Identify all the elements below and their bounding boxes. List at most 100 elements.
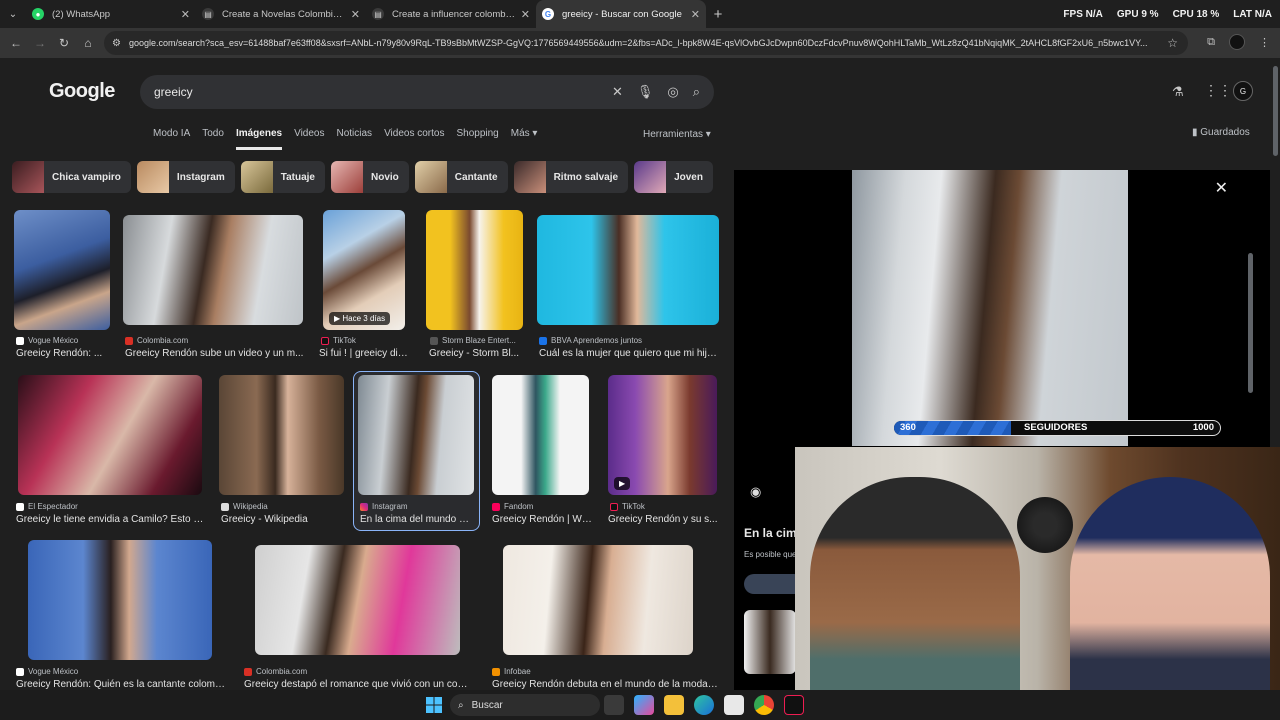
result-source[interactable]: Vogue México — [16, 336, 78, 345]
result-image[interactable] — [492, 375, 589, 495]
profile-avatar[interactable] — [1229, 34, 1245, 50]
result-source[interactable]: Instagram — [360, 502, 408, 511]
tab-mas[interactable]: Más ▾ — [511, 128, 538, 150]
microphone-icon[interactable]: 🎙 — [637, 84, 654, 100]
tab-imagenes[interactable]: Imágenes — [235, 128, 283, 150]
preview-image[interactable] — [852, 170, 1128, 446]
result-image[interactable] — [537, 215, 719, 325]
chip-instagram[interactable]: Instagram — [136, 161, 235, 193]
windows-start-icon[interactable] — [426, 697, 442, 713]
result-image[interactable] — [14, 210, 110, 330]
close-icon[interactable]: ✕ — [351, 8, 360, 21]
apps-grid-icon[interactable]: ⋮⋮ — [1204, 82, 1232, 99]
result-caption[interactable]: Greeicy Rendón y su s... — [608, 514, 718, 525]
result-source[interactable]: Vogue México — [16, 667, 78, 676]
search-input[interactable]: greeicy — [154, 85, 598, 99]
clear-icon[interactable]: ✕ — [612, 84, 623, 100]
result-image[interactable] — [18, 375, 202, 495]
tools-button[interactable]: Herramientas ▾ — [643, 129, 711, 140]
result-source[interactable]: Fandom — [492, 502, 533, 511]
close-icon[interactable]: ✕ — [1215, 178, 1228, 198]
saved-button[interactable]: ▮ Guardados — [1192, 127, 1250, 138]
menu-kebab-icon[interactable]: ⋮ — [1259, 36, 1270, 49]
chip-joven[interactable]: Joven — [634, 161, 713, 193]
result-caption[interactable]: Greeicy Rendón sube un video y un m... — [125, 348, 305, 359]
edge-icon[interactable] — [694, 695, 714, 715]
close-icon[interactable]: ✕ — [691, 8, 700, 21]
result-caption[interactable]: Greeicy destapó el romance que vivió con… — [244, 679, 470, 690]
result-source[interactable]: El Espectador — [16, 502, 78, 511]
result-caption[interactable]: Greeicy - Wikipedia — [221, 514, 346, 525]
result-source[interactable]: Colombia.com — [125, 336, 188, 345]
chip-ritmo-salvaje[interactable]: Ritmo salvaje — [513, 161, 629, 193]
tiktok-app-icon[interactable] — [784, 695, 804, 715]
result-caption[interactable]: Si fui ! | greeicy dis... — [319, 348, 409, 359]
search-icon[interactable]: ⌕ — [693, 84, 700, 100]
result-image[interactable]: ▶ Hace 3 días — [323, 210, 405, 330]
search-box[interactable]: greeicy ✕ 🎙 ◎ ⌕ — [140, 75, 714, 109]
scrollbar-thumb[interactable] — [1273, 66, 1278, 156]
tab-todo[interactable]: Todo — [202, 128, 224, 150]
chip-tatuaje[interactable]: Tatuaje — [240, 161, 325, 193]
address-bar[interactable]: ⚙ google.com/search?sca_esv=61488baf7e63… — [104, 31, 1188, 55]
lens-icon[interactable]: ◉ — [750, 484, 761, 500]
chip-novio[interactable]: Novio — [331, 161, 409, 193]
back-icon[interactable]: ← — [4, 36, 28, 50]
result-image[interactable] — [123, 215, 303, 325]
extensions-icon[interactable]: ⧉ — [1207, 36, 1215, 49]
close-icon[interactable]: ✕ — [521, 8, 530, 21]
result-source[interactable]: Infobae — [492, 667, 531, 676]
task-view-icon[interactable] — [604, 695, 624, 715]
site-info-icon[interactable]: ⚙ — [112, 38, 121, 49]
result-caption[interactable]: Greeicy - Storm Bl... — [429, 348, 521, 359]
bookmark-star-icon[interactable]: ☆ — [1167, 36, 1178, 50]
result-source[interactable]: BBVA Aprendemos juntos — [539, 336, 642, 345]
result-caption[interactable]: Greeicy Rendón debuta en el mundo de la … — [492, 679, 718, 690]
tab-novelas[interactable]: ▤ Create a Novelas Colombianas ✕ — [196, 0, 366, 28]
chip-chica-vampiro[interactable]: Chica vampiro — [12, 161, 131, 193]
labs-flask-icon[interactable]: ⚗ — [1172, 84, 1184, 100]
file-explorer-icon[interactable] — [664, 695, 684, 715]
result-image[interactable] — [503, 545, 693, 655]
result-caption[interactable]: En la cima del mundo c... — [360, 514, 472, 525]
tab-noticias[interactable]: Noticias — [336, 128, 372, 150]
taskbar-search[interactable]: ⌕ Buscar — [450, 694, 600, 716]
result-caption[interactable]: Greeicy le tiene envidia a Camilo? Esto … — [16, 514, 206, 525]
forward-icon[interactable]: → — [28, 36, 52, 50]
close-icon[interactable]: ✕ — [181, 8, 190, 21]
copilot-icon[interactable] — [634, 695, 654, 715]
tab-whatsapp[interactable]: ● (2) WhatsApp ✕ — [26, 0, 196, 28]
tab-google-search[interactable]: G greeicy - Buscar con Google ✕ — [536, 0, 706, 28]
chrome-icon[interactable] — [754, 695, 774, 715]
result-source[interactable]: TikTok — [321, 336, 356, 345]
tab-modo-ia[interactable]: Modo IA — [153, 128, 190, 150]
tab-shopping[interactable]: Shopping — [456, 128, 498, 150]
related-thumbnail[interactable] — [744, 610, 796, 674]
google-logo[interactable]: Google — [49, 80, 115, 103]
account-avatar[interactable]: G — [1233, 81, 1253, 101]
result-source[interactable]: Wikipedia — [221, 502, 268, 511]
reload-icon[interactable]: ↻ — [52, 36, 76, 50]
result-caption[interactable]: Cuál es la mujer que quiero que mi hijo.… — [539, 348, 719, 359]
result-source[interactable]: Colombia.com — [244, 667, 307, 676]
tab-influencer[interactable]: ▤ Create a influencer colombiana ✕ — [366, 0, 536, 28]
result-image-selected[interactable] — [358, 375, 474, 495]
home-icon[interactable]: ⌂ — [76, 36, 100, 50]
new-tab-button[interactable]: + — [706, 6, 730, 23]
result-image[interactable] — [219, 375, 344, 495]
result-source[interactable]: TikTok — [610, 502, 645, 511]
result-caption[interactable]: Greeicy Rendón: ... — [16, 348, 112, 359]
chip-cantante[interactable]: Cantante — [414, 161, 508, 193]
panel-scrollbar[interactable] — [1248, 253, 1253, 393]
result-image[interactable] — [255, 545, 460, 655]
result-caption[interactable]: Greeicy Rendón | Wi... — [492, 514, 592, 525]
lens-icon[interactable]: ◎ — [667, 84, 678, 100]
result-image[interactable]: ▶ — [608, 375, 717, 495]
result-image[interactable] — [28, 540, 212, 660]
result-image[interactable] — [426, 210, 523, 330]
tab-videos-cortos[interactable]: Videos cortos — [384, 128, 444, 150]
result-source[interactable]: Storm Blaze Entert... — [430, 336, 516, 345]
store-icon[interactable] — [724, 695, 744, 715]
tab-videos[interactable]: Videos — [294, 128, 324, 150]
tab-search-icon[interactable]: ⌄ — [0, 0, 26, 28]
